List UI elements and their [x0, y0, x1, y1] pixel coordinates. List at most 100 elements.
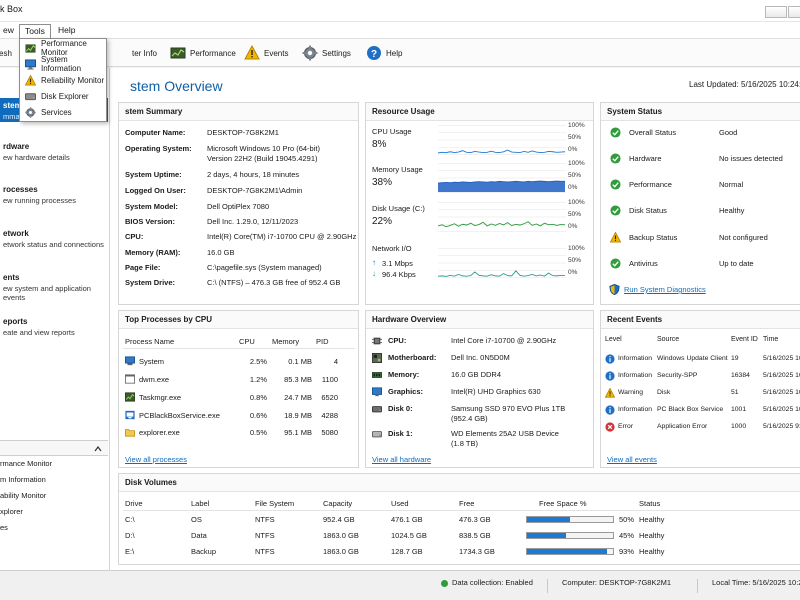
- column-header[interactable]: Free: [459, 499, 474, 508]
- chevron-up-icon[interactable]: [94, 445, 102, 452]
- column-header[interactable]: Status: [639, 499, 660, 508]
- volume-fs: NTFS: [255, 515, 275, 524]
- dropdown-label: System Information: [41, 55, 82, 73]
- column-header[interactable]: PID: [316, 337, 329, 346]
- axis-tick: 0%: [568, 223, 578, 230]
- performance-icon: [170, 47, 186, 59]
- tools-link-reliability-monitor[interactable]: ability Monitor: [0, 491, 46, 500]
- summary-label: Page File:: [125, 263, 161, 272]
- event-source: Disk: [657, 389, 671, 396]
- summary-label: CPU:: [125, 232, 144, 241]
- free-space-bar: [526, 532, 614, 539]
- events-button[interactable]: Events: [244, 44, 288, 62]
- toolbar: esh ter Info Performance Events Settings…: [0, 39, 800, 67]
- column-header[interactable]: Event ID: [731, 336, 758, 343]
- summary-label: Memory (RAM):: [125, 248, 181, 257]
- free-space-bar: [526, 516, 614, 523]
- dropdown-item-performance-monitor[interactable]: Performance Monitor: [22, 39, 106, 57]
- help-button[interactable]: ? Help: [366, 44, 402, 62]
- performance-monitor-icon: [25, 43, 36, 53]
- menu-bar: ew Tools Help: [0, 22, 800, 39]
- toolbar-label-events: Events: [264, 48, 289, 58]
- sidebar-item-processes[interactable]: rocesses ew running processes: [0, 185, 108, 205]
- dropdown-item-system-information[interactable]: System Information: [22, 55, 106, 73]
- settings-button[interactable]: Settings: [302, 44, 351, 62]
- card-title: Recent Events: [601, 311, 800, 329]
- hardware-label: Disk 0:: [388, 404, 413, 413]
- card-title: Hardware Overview: [366, 311, 593, 329]
- gear-icon: [25, 106, 36, 118]
- svg-text:?: ?: [371, 49, 377, 60]
- process-cell: 1100: [321, 375, 338, 384]
- dropdown-item-reliability-monitor[interactable]: Reliability Monitor: [22, 72, 106, 88]
- status-dot-icon: [441, 580, 448, 587]
- process-name: explorer.exe: [139, 428, 180, 437]
- menu-view[interactable]: ew: [0, 24, 19, 38]
- shield-icon: [609, 284, 620, 295]
- status-label: Hardware: [629, 154, 662, 163]
- view-all-events-link[interactable]: View all events: [607, 455, 657, 464]
- cpu-usage-value: 8%: [372, 139, 387, 150]
- summary-label: System Uptime:: [125, 170, 182, 179]
- network-io-chart: [438, 248, 566, 278]
- column-header[interactable]: Level: [605, 336, 622, 343]
- sidebar-item-network[interactable]: etwork etwork status and connections: [0, 229, 108, 249]
- column-header[interactable]: Free Space %: [539, 499, 587, 508]
- sidebar-item-events[interactable]: ents ew system and application events: [0, 273, 108, 302]
- column-header[interactable]: Source: [657, 336, 679, 343]
- tools-link-performance-monitor[interactable]: rmance Monitor: [0, 459, 52, 468]
- axis-tick: 50%: [568, 134, 582, 141]
- sidebar-item-title: rdware: [3, 142, 30, 151]
- volume-used: 128.7 GB: [391, 547, 423, 556]
- free-space-percent: 45%: [619, 531, 635, 540]
- sidebar-item-reports[interactable]: eports eate and view reports: [0, 317, 108, 337]
- refresh-button[interactable]: esh: [0, 44, 12, 62]
- column-header[interactable]: CPU: [239, 337, 255, 346]
- card-title: System Status: [601, 103, 800, 121]
- tools-link-disk-explorer[interactable]: xplorer: [0, 507, 23, 516]
- event-time: 5/16/2025 9:5: [763, 423, 800, 430]
- minimize-button[interactable]: [765, 6, 787, 18]
- card-title: stem Summary: [119, 103, 358, 121]
- dropdown-label: Reliability Monitor: [41, 75, 105, 85]
- menu-help[interactable]: Help: [53, 24, 80, 38]
- performance-button[interactable]: Performance: [170, 44, 236, 62]
- volume-fs: NTFS: [255, 547, 275, 556]
- sidebar-item-title: etwork: [3, 229, 29, 238]
- column-header[interactable]: Drive: [125, 499, 143, 508]
- disk-volumes-card: Disk Volumes Drive Label File System Capaci…: [118, 473, 800, 565]
- summary-label: Logged On User:: [125, 186, 186, 195]
- window-title: k Box: [0, 4, 23, 14]
- column-header[interactable]: Time: [763, 336, 778, 343]
- dropdown-item-disk-explorer[interactable]: Disk Explorer: [22, 88, 106, 104]
- free-space-percent: 50%: [619, 515, 635, 524]
- view-all-hardware-link[interactable]: View all hardware: [372, 455, 431, 464]
- event-id: 51: [731, 389, 739, 396]
- run-diagnostics-link[interactable]: Run System Diagnostics: [624, 285, 706, 294]
- column-header[interactable]: Used: [391, 499, 409, 508]
- dropdown-item-services[interactable]: Services: [22, 104, 106, 120]
- volume-drive: E:\: [125, 547, 135, 556]
- view-all-processes-link[interactable]: View all processes: [125, 455, 187, 464]
- column-header[interactable]: Process Name: [125, 337, 174, 346]
- card-title: Disk Volumes: [119, 474, 800, 492]
- column-header[interactable]: File System: [255, 499, 294, 508]
- column-header[interactable]: Memory: [272, 337, 299, 346]
- event-id: 19: [731, 355, 739, 362]
- menu-tools[interactable]: Tools: [19, 24, 51, 38]
- refresh-label: esh: [0, 48, 12, 58]
- sidebar-item-hardware[interactable]: rdware ew hardware details: [0, 142, 108, 162]
- tools-link-system-information[interactable]: m Information: [0, 475, 46, 484]
- column-header[interactable]: Label: [191, 499, 209, 508]
- column-header[interactable]: Capacity: [323, 499, 352, 508]
- tools-link-services[interactable]: es: [0, 523, 8, 532]
- maximize-button[interactable]: [788, 6, 800, 18]
- summary-label: BIOS Version:: [125, 217, 176, 226]
- sidebar-item-desc: eate and view reports: [3, 328, 75, 337]
- event-id: 16384: [731, 372, 750, 379]
- event-time: 5/16/2025 10: [763, 372, 800, 379]
- system-info-button[interactable]: ter Info: [132, 44, 157, 62]
- cpu-icon: [372, 337, 382, 345]
- status-value: Up to date: [719, 259, 754, 268]
- hardware-label: Memory:: [388, 370, 420, 379]
